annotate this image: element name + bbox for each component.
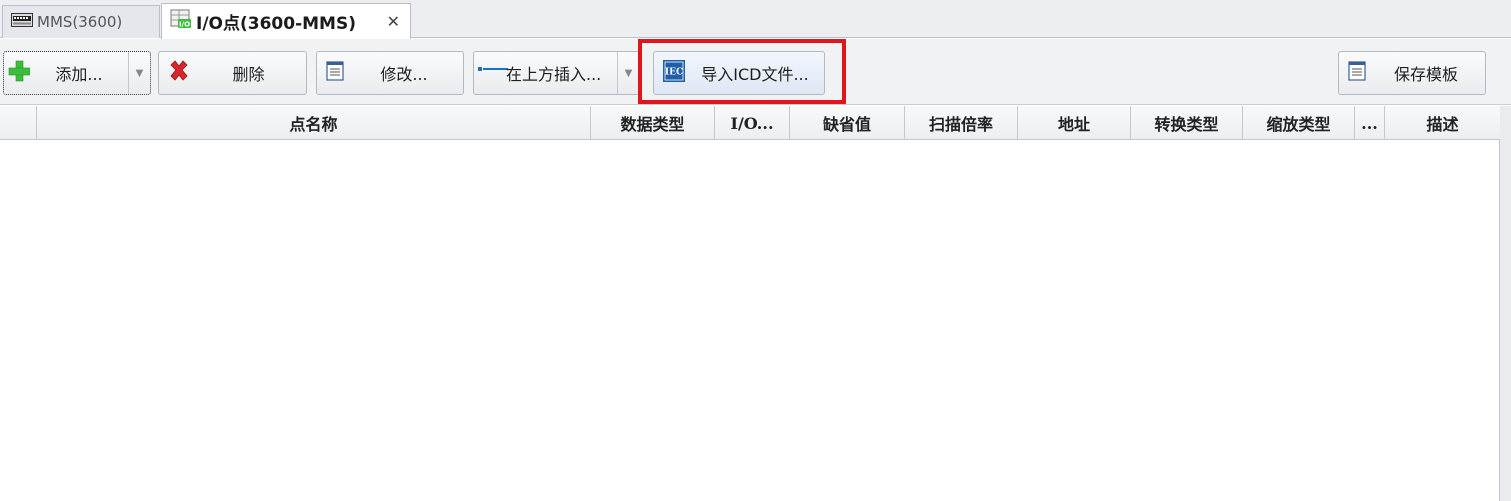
svg-text:I/O: I/O <box>179 21 190 29</box>
modify-label: 修改... <box>380 65 428 84</box>
io-table-icon: I/O <box>170 9 192 34</box>
grid-header: 点名称 数据类型 I/O... 缺省值 扫描倍率 地址 转换类型 缩放类型 ..… <box>0 106 1500 140</box>
right-edge-strip <box>1500 106 1511 501</box>
col-header-scaling-type[interactable]: 缩放类型 <box>1243 106 1355 140</box>
toolbar: 添加... ▼ 删除 修改... 在上方插入... ▼ IEC 导入ICD文件.… <box>0 39 1511 105</box>
col-header-io[interactable]: I/O... <box>715 106 790 140</box>
close-icon[interactable]: ✕ <box>387 12 400 31</box>
delete-button[interactable]: 删除 <box>158 51 307 95</box>
modify-button[interactable]: 修改... <box>316 51 464 95</box>
col-header-point-name[interactable]: 点名称 <box>37 106 591 140</box>
tab-io-points[interactable]: I/O I/O点(3600-MMS) ✕ <box>161 3 411 39</box>
col-header-conversion-type[interactable]: 转换类型 <box>1131 106 1243 140</box>
svg-text:IEC: IEC <box>665 68 683 78</box>
col-header-row-indicator[interactable] <box>0 106 37 140</box>
col-header-more[interactable]: ... <box>1355 106 1385 140</box>
save-template-button[interactable]: 保存模板 <box>1338 51 1486 95</box>
iec-icon: IEC <box>662 59 686 87</box>
device-icon <box>11 13 33 31</box>
col-header-scan-rate[interactable]: 扫描倍率 <box>905 106 1018 140</box>
add-button[interactable]: 添加... ▼ <box>3 51 151 95</box>
save-template-label: 保存模板 <box>1393 65 1458 84</box>
plus-icon <box>8 60 31 86</box>
delete-label: 删除 <box>232 65 265 84</box>
tab-label: MMS(3600) <box>37 13 123 31</box>
col-header-description[interactable]: 描述 <box>1385 106 1500 140</box>
document-icon <box>325 60 345 86</box>
io-points-grid[interactable]: 点名称 数据类型 I/O... 缺省值 扫描倍率 地址 转换类型 缩放类型 ..… <box>0 106 1500 501</box>
document-tab-strip: MMS(3600) I/O I/O点(3600-MMS) ✕ <box>0 0 1511 39</box>
col-header-address[interactable]: 地址 <box>1018 106 1131 140</box>
insert-row-above-icon <box>478 60 508 79</box>
import-icd-label: 导入ICD文件... <box>701 65 809 84</box>
insert-above-button[interactable]: 在上方插入... ▼ <box>473 51 640 95</box>
delete-x-icon <box>167 59 191 87</box>
tab-label: I/O点(3600-MMS) <box>196 14 356 34</box>
insert-dropdown-arrow-icon[interactable]: ▼ <box>617 52 639 94</box>
add-label: 添加... <box>55 65 103 84</box>
col-header-default-value[interactable]: 缺省值 <box>790 106 905 140</box>
add-dropdown-arrow-icon[interactable]: ▼ <box>128 52 150 94</box>
col-header-data-type[interactable]: 数据类型 <box>591 106 715 140</box>
import-icd-button[interactable]: IEC 导入ICD文件... <box>653 51 825 95</box>
insert-above-label: 在上方插入... <box>506 65 602 84</box>
document-icon <box>1347 60 1367 86</box>
tab-mms[interactable]: MMS(3600) <box>2 5 160 38</box>
